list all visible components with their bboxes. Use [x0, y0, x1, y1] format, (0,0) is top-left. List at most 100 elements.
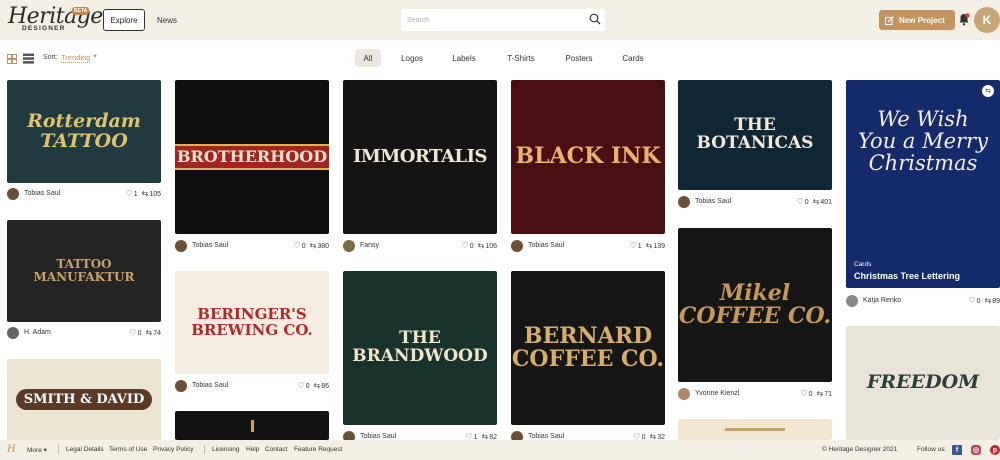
footer-link-privacy[interactable]: Privacy Policy [153, 446, 193, 453]
remix-count: 74 [153, 329, 161, 337]
author-name[interactable]: Tobias Saul [24, 190, 60, 197]
footer-link-contact[interactable]: Contact [265, 446, 287, 453]
heart-icon[interactable]: ♡ [968, 297, 975, 305]
card-meta: Tobias Saul ♡ 1 ⇆ 139 [511, 240, 665, 254]
heart-icon[interactable]: ♡ [297, 382, 304, 390]
author-name[interactable]: Tobias Saul [192, 382, 228, 389]
author-name[interactable]: Tobias Saul [695, 198, 731, 205]
like-count: 1 [133, 190, 138, 198]
tab-logos[interactable]: Logos [396, 49, 428, 67]
design-thumbnail[interactable]: FREEDOM [846, 326, 1000, 440]
search-icon[interactable] [589, 13, 601, 25]
notification-bell-icon[interactable] [958, 13, 970, 26]
tab-all[interactable]: All [355, 49, 381, 67]
remix-icon[interactable]: ⇆ [478, 242, 485, 250]
design-thumbnail[interactable]: We Wish You a Merry Christmas [846, 80, 1000, 288]
design-title-art: BERINGER'S BREWING CO. [191, 304, 313, 339]
design-title-art: THE BOTANICAS [696, 115, 814, 153]
heart-icon[interactable]: ♡ [800, 390, 807, 398]
footer-more-label: More [27, 447, 42, 454]
remix-count: 106 [485, 242, 497, 250]
nav-explore[interactable]: Explore [103, 9, 145, 31]
design-thumbnail[interactable]: BLACK INK [511, 80, 665, 234]
design-thumbnail[interactable]: THE BOTANICAS [678, 80, 832, 190]
remix-icon[interactable]: ⇆ [813, 198, 820, 206]
footer-divider [204, 445, 205, 454]
remix-icon[interactable]: ⇆ [982, 85, 994, 97]
author-avatar[interactable] [343, 240, 355, 252]
author-name[interactable]: Tobias Saul [528, 433, 564, 440]
design-thumbnail[interactable] [678, 419, 832, 440]
remix-count: 105 [149, 190, 161, 198]
remix-icon[interactable]: ⇆ [310, 242, 317, 250]
like-count: 0 [305, 382, 310, 390]
user-avatar[interactable]: K [974, 7, 1000, 33]
author-name[interactable]: Tobias Saul [192, 242, 228, 249]
author-name[interactable]: Yvonne Kienzl [695, 390, 739, 397]
heart-icon[interactable]: ♡ [294, 242, 301, 250]
remix-icon[interactable]: ⇆ [985, 297, 992, 305]
remix-count: 71 [824, 390, 832, 398]
sort-dropdown[interactable]: Trending [61, 53, 91, 63]
grid-view-icon[interactable] [7, 54, 17, 64]
design-thumbnail[interactable]: BERINGER'S BREWING CO. [175, 271, 329, 374]
footer-logo-icon[interactable]: H [7, 444, 16, 455]
nav-news[interactable]: News [157, 9, 177, 31]
design-thumbnail[interactable] [175, 411, 329, 440]
design-thumbnail[interactable]: THE BRANDWOOD [343, 271, 497, 425]
remix-icon[interactable]: ⇆ [646, 242, 653, 250]
like-count: 1 [637, 242, 642, 250]
tab-labels[interactable]: Labels [447, 49, 481, 67]
author-avatar[interactable] [7, 327, 19, 339]
pinterest-icon[interactable]: p [990, 445, 1000, 455]
design-title-art: THE BRANDWOOD [352, 328, 488, 366]
heritage-logo[interactable]: Heritage DESIGNER BETA [8, 4, 103, 34]
footer-more[interactable]: More ▾ [27, 446, 47, 454]
author-name[interactable]: Tobias Saul [360, 433, 396, 440]
remix-icon[interactable]: ⇆ [314, 382, 321, 390]
author-avatar[interactable] [511, 240, 523, 252]
tab-tshirts[interactable]: T-Shirts [500, 49, 542, 67]
author-avatar[interactable] [846, 295, 858, 307]
tab-posters[interactable]: Posters [560, 49, 598, 67]
design-thumbnail[interactable]: BERNARD COFFEE CO. [511, 271, 665, 425]
heart-icon[interactable]: ♡ [797, 198, 804, 206]
footer-link-terms[interactable]: Terms of Use [109, 446, 147, 453]
author-avatar[interactable] [678, 196, 690, 208]
author-name[interactable]: Katja Renko [863, 297, 901, 304]
instagram-icon[interactable]: ◎ [971, 445, 981, 455]
author-name[interactable]: H. Adam [24, 329, 51, 336]
footer-link-licensing[interactable]: Licensing [212, 446, 239, 453]
new-project-button[interactable]: New Project [879, 10, 955, 30]
remix-icon[interactable]: ⇆ [142, 190, 149, 198]
author-avatar[interactable] [175, 240, 187, 252]
footer-link-legal[interactable]: Legal Details [66, 446, 104, 453]
author-name[interactable]: Fansy [360, 242, 379, 249]
heart-icon[interactable]: ♡ [129, 329, 136, 337]
design-thumbnail[interactable]: TATTOO MANUFAKTUR [7, 220, 161, 322]
tab-cards[interactable]: Cards [617, 49, 649, 67]
list-view-icon[interactable] [23, 53, 34, 64]
author-name[interactable]: Tobias Saul [528, 242, 564, 249]
chevron-down-icon[interactable]: ▼ [92, 54, 98, 60]
design-thumbnail[interactable]: IMMORTALIS [343, 80, 497, 234]
heart-icon[interactable]: ♡ [126, 190, 133, 198]
author-avatar[interactable] [678, 388, 690, 400]
footer-link-help[interactable]: Help [246, 446, 259, 453]
card-title[interactable]: Christmas Tree Lettering [854, 271, 960, 281]
author-avatar[interactable] [175, 380, 187, 392]
remix-icon[interactable]: ⇆ [817, 390, 824, 398]
like-count: 0 [976, 297, 981, 305]
author-avatar[interactable] [7, 188, 19, 200]
heart-icon[interactable]: ♡ [462, 242, 469, 250]
design-title-art: SMITH & DAVID [15, 388, 153, 411]
design-thumbnail[interactable]: Rotterdam TATTOO [7, 80, 161, 183]
remix-icon[interactable]: ⇆ [146, 329, 153, 337]
facebook-icon[interactable]: f [952, 445, 962, 455]
design-thumbnail[interactable]: Mikel COFFEE CO. [678, 228, 832, 382]
search-input[interactable] [401, 9, 605, 31]
design-thumbnail[interactable]: BROTHERHOOD [175, 80, 329, 234]
design-thumbnail[interactable]: SMITH & DAVID [7, 359, 161, 440]
footer-link-feature-request[interactable]: Feature Request [294, 446, 342, 453]
heart-icon[interactable]: ♡ [630, 242, 637, 250]
